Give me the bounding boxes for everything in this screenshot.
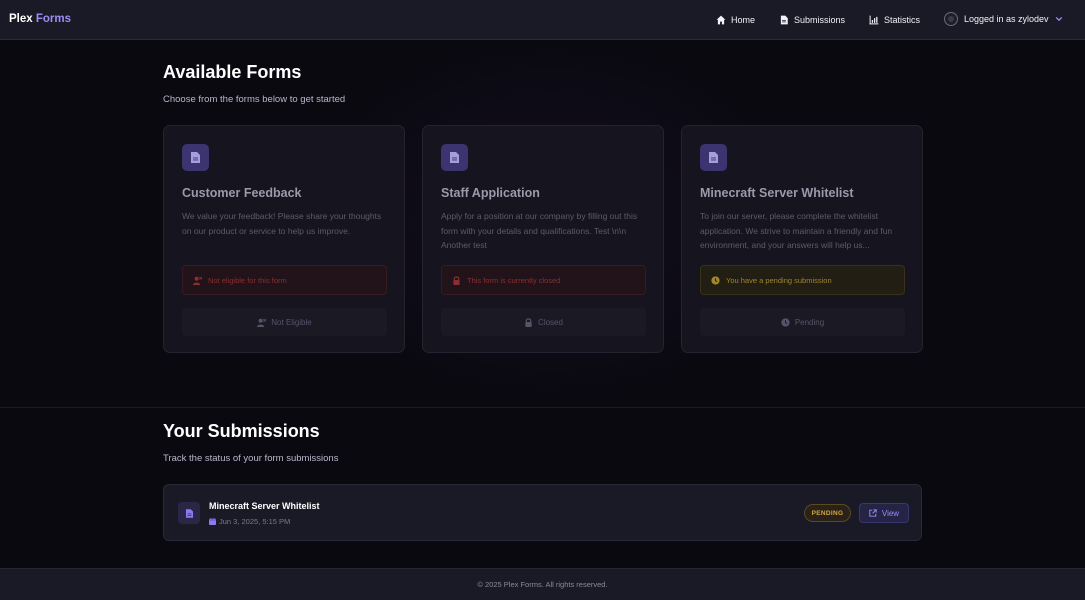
submissions-section-subtitle: Track the status of your form submission… bbox=[163, 453, 339, 464]
form-card-minecraft-whitelist: Minecraft Server Whitelist To join our s… bbox=[681, 125, 923, 353]
submission-icon bbox=[178, 502, 200, 524]
chart-icon bbox=[869, 15, 879, 25]
submission-date-text: Jun 3, 2025, 5:15 PM bbox=[219, 517, 291, 526]
chevron-down-icon bbox=[1055, 16, 1062, 22]
forms-section-subtitle: Choose from the forms below to get start… bbox=[163, 94, 346, 105]
view-button-label: View bbox=[881, 508, 900, 518]
form-card-description: Apply for a position at our company by f… bbox=[441, 211, 638, 251]
not-eligible-button[interactable]: Not Eligible bbox=[182, 308, 387, 336]
form-card-staff-application: Staff Application Apply for a position a… bbox=[422, 125, 664, 353]
home-icon bbox=[716, 15, 726, 25]
nav-item-statistics[interactable]: Statistics bbox=[869, 15, 920, 25]
pending-button[interactable]: Pending bbox=[700, 308, 905, 336]
form-card-status: Not eligible for this form bbox=[182, 265, 387, 295]
form-card-status: You have a pending submission bbox=[700, 265, 905, 295]
file-icon bbox=[780, 15, 788, 25]
form-card-status: This form is currently closed bbox=[441, 265, 646, 295]
form-card-title: Staff Application bbox=[441, 186, 540, 200]
view-button[interactable]: View bbox=[859, 503, 909, 523]
avatar bbox=[944, 12, 958, 26]
lock-icon bbox=[525, 317, 532, 327]
submission-row: Minecraft Server Whitelist Jun 3, 2025, … bbox=[163, 484, 922, 541]
nav-item-home[interactable]: Home bbox=[716, 15, 755, 25]
navbar: Plex Forms Home Submissions Statistics L… bbox=[0, 0, 1085, 40]
nav-item-statistics-label: Statistics bbox=[884, 15, 921, 25]
user-x-icon bbox=[193, 276, 202, 285]
lock-icon bbox=[453, 275, 460, 285]
form-card-customer-feedback: Customer Feedback We value your feedback… bbox=[163, 125, 405, 353]
closed-button-label: Closed bbox=[538, 317, 563, 327]
status-badge: PENDING bbox=[804, 504, 851, 522]
file-icon bbox=[450, 152, 459, 163]
pending-button-label: Pending bbox=[794, 317, 825, 327]
file-icon bbox=[185, 508, 193, 518]
user-label: Logged in as zylodev bbox=[964, 14, 1049, 24]
form-card-status-text: This form is currently closed bbox=[467, 275, 561, 285]
clock-icon bbox=[711, 275, 720, 285]
section-divider bbox=[0, 407, 1085, 408]
nav-item-submissions-label: Submissions bbox=[794, 15, 846, 25]
form-icon bbox=[182, 144, 209, 171]
clock-icon bbox=[781, 317, 790, 327]
form-card-title: Customer Feedback bbox=[182, 186, 302, 200]
submissions-section-title: Your Submissions bbox=[163, 421, 320, 441]
external-link-icon bbox=[869, 509, 877, 517]
form-card-status-text: Not eligible for this form bbox=[208, 275, 287, 285]
brand-name-part2: Forms bbox=[35, 13, 72, 25]
brand-logo[interactable]: Plex Forms bbox=[9, 13, 71, 25]
form-card-description: To join our server, please complete the … bbox=[700, 211, 893, 251]
footer-text: © 2025 Plex Forms. All rights reserved. bbox=[477, 580, 608, 589]
form-card-description: We value your feedback! Please share you… bbox=[182, 211, 382, 236]
calendar-icon bbox=[209, 518, 216, 525]
file-icon bbox=[709, 152, 718, 163]
submission-title: Minecraft Server Whitelist bbox=[209, 501, 320, 511]
file-icon bbox=[191, 152, 200, 163]
footer: © 2025 Plex Forms. All rights reserved. bbox=[0, 568, 1085, 600]
not-eligible-button-label: Not Eligible bbox=[271, 317, 312, 327]
form-card-title: Minecraft Server Whitelist bbox=[700, 186, 854, 200]
submission-date: Jun 3, 2025, 5:15 PM bbox=[209, 517, 290, 526]
nav-item-home-label: Home bbox=[731, 15, 756, 25]
user-x-icon bbox=[257, 318, 267, 327]
forms-section-title: Available Forms bbox=[163, 62, 302, 82]
nav-item-submissions[interactable]: Submissions bbox=[779, 15, 845, 25]
closed-button[interactable]: Closed bbox=[441, 308, 646, 336]
nav-menu: Home Submissions Statistics bbox=[716, 13, 944, 27]
form-card-status-text: You have a pending submission bbox=[726, 275, 832, 285]
form-icon bbox=[700, 144, 727, 171]
brand-name-part1: Plex bbox=[9, 13, 33, 25]
user-menu[interactable]: Logged in as zylodev bbox=[944, 12, 1063, 26]
form-icon bbox=[441, 144, 468, 171]
